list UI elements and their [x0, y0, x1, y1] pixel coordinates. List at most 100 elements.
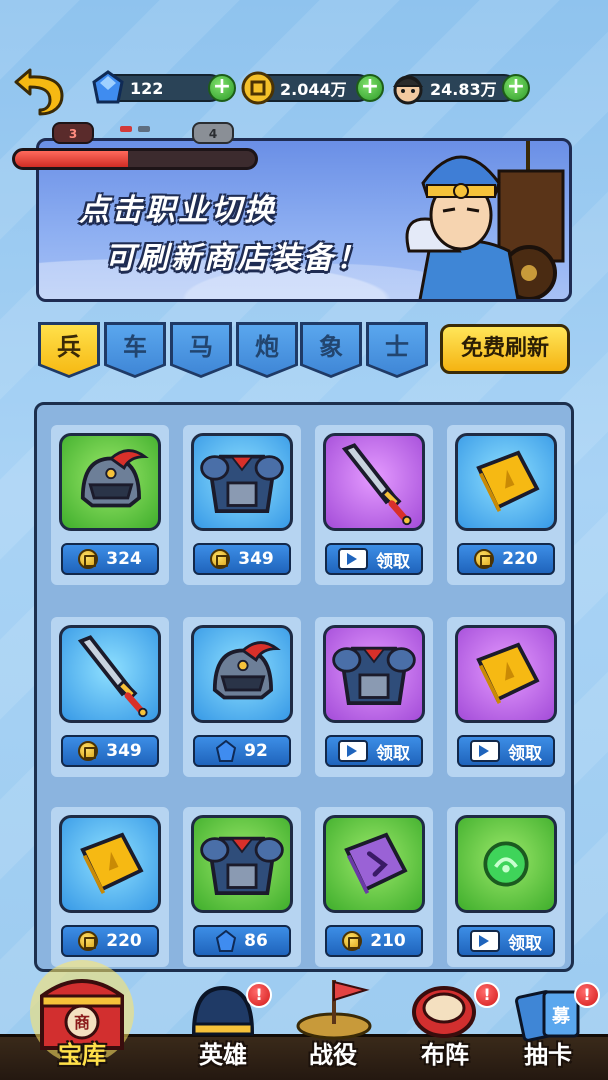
shop-panel: 324 349 领取 220 349 92 领取 领取 220 86 210 领取 [34, 402, 574, 972]
gacha-seal-text: 募 [551, 1006, 571, 1027]
add-coins-button[interactable]: + [356, 74, 384, 102]
armor-icon [191, 433, 293, 531]
tab-3[interactable]: 炮 [236, 322, 298, 378]
coin-counter: 2.044万 + [241, 71, 384, 105]
shop-item[interactable]: 领取 [447, 807, 565, 967]
tab-label: 象 [303, 325, 359, 375]
coin-icon [78, 931, 99, 951]
gacha-alert-badge: ! [574, 982, 600, 1008]
tab-label: 炮 [239, 325, 295, 375]
tab-4[interactable]: 象 [300, 322, 362, 378]
soldier-head-icon [392, 75, 424, 105]
level-progress-bar [12, 148, 258, 170]
shop-item[interactable]: 领取 [447, 617, 565, 777]
gem-count: 122 [130, 78, 164, 98]
tab-label: 车 [107, 325, 163, 375]
add-gems-button[interactable]: + [208, 74, 236, 102]
price-label: 领取 [508, 933, 542, 954]
shop-item[interactable]: 领取 [315, 425, 433, 585]
shop-item[interactable]: 210 [315, 807, 433, 967]
nav-treasury[interactable]: 商 宝库 [12, 960, 152, 1080]
buy-button[interactable]: 86 [193, 925, 291, 957]
battle-flag-icon [296, 980, 372, 1040]
coin-icon [78, 741, 99, 761]
nav-gacha[interactable]: 募 ! 抽卡 [492, 980, 604, 1080]
nav-heroes[interactable]: ! 英雄 [168, 980, 278, 1080]
shop-item[interactable]: 220 [51, 807, 169, 967]
nav-label-gacha: 抽卡 [524, 1041, 572, 1069]
nav-label-heroes: 英雄 [199, 1041, 247, 1069]
price-label: 92 [244, 741, 268, 761]
shop-item[interactable]: 领取 [315, 617, 433, 777]
banner-line-2: 可刷新商店装备！ [105, 241, 369, 276]
coin-icon [78, 549, 99, 569]
price-label: 86 [244, 931, 268, 951]
war-drum-icon [412, 986, 476, 1038]
tab-0[interactable]: 兵 [38, 322, 100, 378]
book-icon [455, 625, 557, 723]
buy-button[interactable]: 324 [61, 543, 159, 575]
bottom-nav: 商 宝库 ! 英雄 战役 ! 布阵 募 ! 抽卡 [0, 960, 608, 1080]
coin-count: 2.044万 [280, 80, 347, 99]
shop-item[interactable]: 220 [447, 425, 565, 585]
buy-button[interactable]: 92 [193, 735, 291, 767]
buy-button[interactable]: 220 [61, 925, 159, 957]
tab-label: 马 [173, 325, 229, 375]
banner-line-1: 点击职业切换 [79, 193, 277, 228]
coin-icon [210, 549, 231, 569]
video-ad-icon [338, 548, 368, 570]
shop-item[interactable]: 349 [51, 617, 169, 777]
buy-button[interactable]: 领取 [325, 735, 423, 767]
shop-item[interactable]: 92 [183, 617, 301, 777]
add-power-button[interactable]: + [502, 74, 530, 102]
shop-item[interactable]: 349 [183, 425, 301, 585]
helmet-icon [59, 433, 161, 531]
nav-label-formation: 布阵 [421, 1041, 469, 1069]
buy-button[interactable]: 领取 [457, 735, 555, 767]
price-label: 领取 [508, 743, 542, 764]
nav-label-treasury: 宝库 [58, 1041, 106, 1069]
heroes-alert-badge: ! [246, 982, 272, 1008]
skill-book-icon [323, 815, 425, 913]
video-ad-icon [470, 740, 500, 762]
price-label: 349 [106, 741, 142, 761]
tab-label: 兵 [41, 325, 97, 375]
tab-1[interactable]: 车 [104, 322, 166, 378]
coin-icon [342, 931, 363, 951]
price-label: 220 [502, 549, 538, 569]
book-icon [455, 433, 557, 531]
price-label: 324 [106, 549, 142, 569]
price-label: 210 [370, 931, 406, 951]
buy-button[interactable]: 220 [457, 543, 555, 575]
progress-marker-red [120, 126, 132, 132]
sword-icon [59, 625, 161, 723]
sword-icon [323, 433, 425, 531]
coin-icon [241, 71, 275, 105]
gem-icon [216, 740, 237, 762]
tab-5[interactable]: 士 [366, 322, 428, 378]
shop-item[interactable]: 86 [183, 807, 301, 967]
nav-campaign[interactable]: 战役 [278, 980, 388, 1080]
progress-marker-grey [138, 126, 150, 132]
buy-button[interactable]: 领取 [325, 543, 423, 575]
general-character-icon [405, 141, 565, 299]
buy-button[interactable]: 210 [325, 925, 423, 957]
price-label: 领取 [376, 743, 410, 764]
coin-icon [474, 549, 495, 569]
price-label: 领取 [376, 551, 410, 572]
power-count: 24.83万 [430, 80, 497, 99]
level-progress-fill [15, 151, 128, 167]
shop-item[interactable]: 324 [51, 425, 169, 585]
buy-button[interactable]: 领取 [457, 925, 555, 957]
current-level-badge: 3 [52, 122, 94, 144]
next-level-badge: 4 [192, 122, 234, 144]
free-refresh-button[interactable]: 免费刷新 [440, 324, 570, 374]
tab-2[interactable]: 马 [170, 322, 232, 378]
green-orb-icon [455, 815, 557, 913]
nav-label-campaign: 战役 [309, 1041, 357, 1069]
helmet-icon [191, 625, 293, 723]
buy-button[interactable]: 349 [61, 735, 159, 767]
nav-formation[interactable]: ! 布阵 [390, 980, 500, 1080]
back-button[interactable] [10, 60, 66, 116]
buy-button[interactable]: 349 [193, 543, 291, 575]
